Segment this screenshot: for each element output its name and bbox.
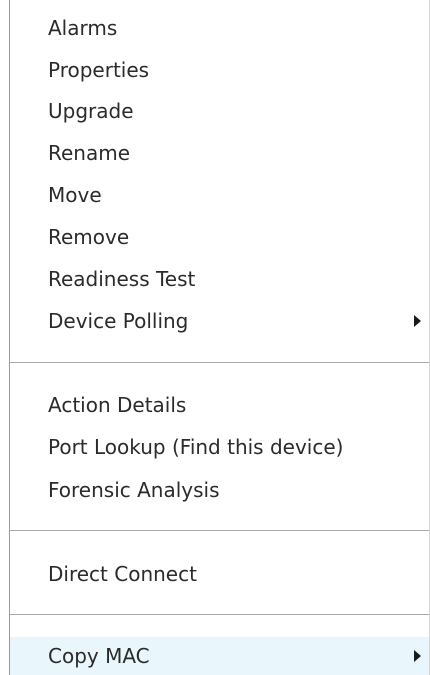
menu-item-label: Copy MAC bbox=[48, 644, 150, 668]
menu-separator bbox=[10, 530, 429, 531]
menu-item-action-details[interactable]: Action Details bbox=[10, 384, 429, 426]
submenu-arrow-icon bbox=[414, 315, 421, 327]
context-menu: Alarms Properties Upgrade Rename Move Re… bbox=[9, 0, 430, 675]
menu-item-forensic-analysis[interactable]: Forensic Analysis bbox=[10, 469, 429, 511]
menu-item-label: Upgrade bbox=[48, 99, 134, 123]
menu-item-properties[interactable]: Properties bbox=[10, 49, 429, 91]
menu-separator bbox=[10, 614, 429, 615]
menu-item-remove[interactable]: Remove bbox=[10, 216, 429, 258]
menu-item-label: Properties bbox=[48, 58, 150, 82]
menu-item-upgrade[interactable]: Upgrade bbox=[10, 90, 429, 132]
menu-item-label: Device Polling bbox=[48, 309, 189, 333]
menu-separator bbox=[10, 362, 429, 363]
menu-item-label: Readiness Test bbox=[48, 267, 196, 291]
menu-item-copy-mac[interactable]: Copy MAC bbox=[10, 637, 429, 675]
menu-item-label: Action Details bbox=[48, 393, 187, 417]
menu-item-move[interactable]: Move bbox=[10, 174, 429, 216]
menu-item-label: Forensic Analysis bbox=[48, 478, 220, 502]
menu-item-port-lookup[interactable]: Port Lookup (Find this device) bbox=[10, 426, 429, 468]
menu-item-readiness-test[interactable]: Readiness Test bbox=[10, 258, 429, 300]
menu-item-direct-connect[interactable]: Direct Connect bbox=[10, 553, 429, 595]
menu-item-device-polling[interactable]: Device Polling bbox=[10, 300, 429, 342]
menu-item-label: Move bbox=[48, 183, 102, 207]
submenu-arrow-icon bbox=[414, 650, 421, 662]
menu-item-alarms[interactable]: Alarms bbox=[10, 7, 429, 49]
menu-item-label: Alarms bbox=[48, 16, 118, 40]
menu-item-label: Remove bbox=[48, 225, 130, 249]
menu-item-label: Direct Connect bbox=[48, 562, 197, 586]
menu-item-label: Rename bbox=[48, 141, 131, 165]
menu-item-rename[interactable]: Rename bbox=[10, 132, 429, 174]
menu-item-label: Port Lookup (Find this device) bbox=[48, 435, 344, 459]
